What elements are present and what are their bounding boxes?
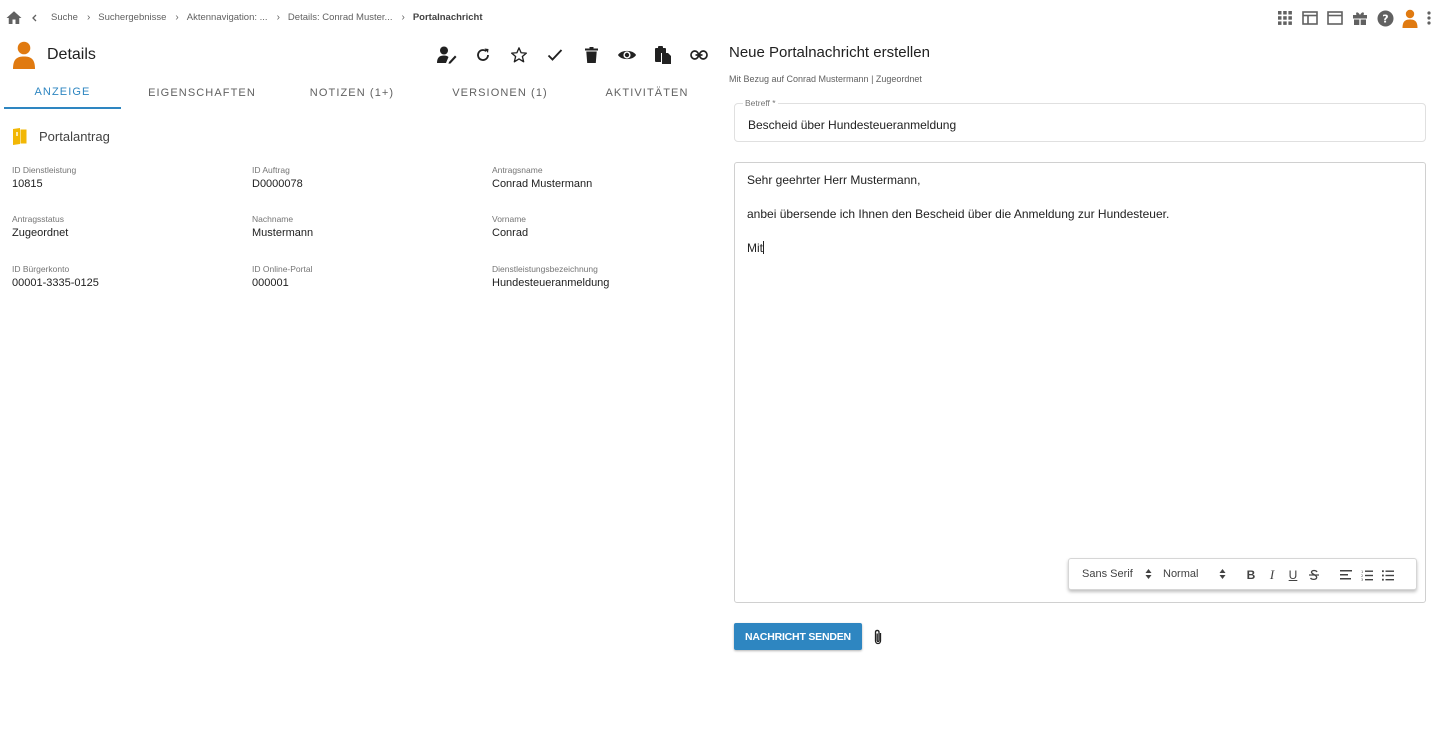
size-select[interactable]: Normal xyxy=(1163,568,1198,580)
field-id-online-portal: ID Online-Portal 000001 xyxy=(252,264,312,290)
split-layout-icon[interactable] xyxy=(1301,8,1319,28)
tab-aktivitaeten[interactable]: Aktivitäten xyxy=(602,76,692,109)
underline-button[interactable]: U xyxy=(1285,567,1301,583)
star-icon[interactable] xyxy=(508,44,530,66)
details-panel: Details Anzeige Eigenschaften Notizen xyxy=(0,36,720,749)
edit-person-icon[interactable] xyxy=(436,44,458,66)
field-dienstleistungsbezeichnung: Dienstleistungsbezeichnung Hundesteueran… xyxy=(492,264,609,290)
body-line: Sehr geehrter Herr Mustermann, xyxy=(747,173,921,187)
details-header: Details xyxy=(12,40,96,70)
message-subtitle: Mit Bezug auf Conrad Mustermann | Zugeor… xyxy=(729,74,922,84)
align-left-icon[interactable] xyxy=(1338,567,1354,583)
field-vorname: Vorname Conrad xyxy=(492,214,528,240)
body-line-text: Mit xyxy=(747,241,763,255)
more-vertical-icon[interactable] xyxy=(1425,8,1433,28)
field-label: Antragsname xyxy=(492,165,543,175)
strikethrough-icon[interactable] xyxy=(1306,567,1322,583)
paste-icon[interactable] xyxy=(652,44,674,66)
window-icon[interactable] xyxy=(1326,8,1344,28)
field-antragsname: Antragsname Conrad Mustermann xyxy=(492,165,592,191)
bold-button[interactable]: B xyxy=(1243,567,1259,583)
section-portalantrag: Portalantrag xyxy=(13,128,110,145)
chevron-right-icon: › xyxy=(86,12,91,23)
section-title: Portalantrag xyxy=(39,129,110,144)
home-icon[interactable] xyxy=(5,9,23,27)
body-line-current: Mit xyxy=(747,241,764,255)
field-antragsstatus: Antragsstatus Zugeordnet xyxy=(12,214,68,240)
subject-label: Betreff * xyxy=(743,98,778,108)
field-label: Antragsstatus xyxy=(12,214,64,224)
delete-icon[interactable] xyxy=(580,44,602,66)
field-label: ID Bürgerkonto xyxy=(12,264,70,274)
breadcrumb-item-suche[interactable]: Suche xyxy=(51,12,78,23)
field-nachname: Nachname Mustermann xyxy=(252,214,313,240)
chevron-left-icon[interactable] xyxy=(29,10,39,26)
top-icon-bar: ? xyxy=(1269,8,1433,28)
svg-text:?: ? xyxy=(1382,12,1388,25)
tab-notizen[interactable]: Notizen (1+) xyxy=(302,76,402,109)
field-label: ID Online-Portal xyxy=(252,264,313,274)
field-value: Zugeordnet xyxy=(12,227,69,239)
details-tabs: Anzeige Eigenschaften Notizen (1+) Versi… xyxy=(2,76,720,109)
field-value: 00001-3335-0125 xyxy=(12,277,99,289)
field-id-auftrag: ID Auftrag D0000078 xyxy=(252,165,303,191)
message-title: Neue Portalnachricht erstellen xyxy=(729,44,930,61)
breadcrumb: Suche › Suchergebnisse › Aktennavigation… xyxy=(51,12,483,23)
field-label: Dienstleistungsbezeichnung xyxy=(492,264,598,274)
field-label: ID Auftrag xyxy=(252,165,290,175)
field-value: Hundesteueranmeldung xyxy=(492,277,610,289)
person-icon xyxy=(12,41,36,69)
message-editor[interactable]: Sehr geehrter Herr Mustermann, anbei übe… xyxy=(734,162,1426,603)
subject-field: Betreff * xyxy=(734,98,1426,142)
user-avatar-icon[interactable] xyxy=(1401,8,1419,28)
updown-arrow-icon xyxy=(1219,568,1226,580)
field-value: 10815 xyxy=(12,178,43,190)
chevron-right-icon: › xyxy=(276,12,280,23)
subject-input[interactable] xyxy=(748,118,1408,132)
breadcrumb-item-aktennavigation[interactable]: Aktennavigation: ... xyxy=(187,12,268,23)
chevron-right-icon: › xyxy=(401,12,405,23)
svg-text:3: 3 xyxy=(1361,578,1363,581)
paperclip-icon[interactable] xyxy=(871,628,885,646)
check-icon[interactable] xyxy=(544,44,566,66)
field-value: D0000078 xyxy=(252,178,303,190)
field-value: Conrad Mustermann xyxy=(492,178,593,190)
top-bar: Suche › Suchergebnisse › Aktennavigation… xyxy=(0,0,1441,36)
updown-arrow-icon xyxy=(1145,568,1152,580)
breadcrumb-current: Portalnachricht xyxy=(412,12,483,23)
ordered-list-icon[interactable]: 123 xyxy=(1359,567,1375,583)
italic-button[interactable]: I xyxy=(1264,567,1280,583)
body-line: anbei übersende ich Ihnen den Bescheid ü… xyxy=(747,207,1170,221)
chevron-right-icon: › xyxy=(175,12,179,23)
bullet-list-icon[interactable] xyxy=(1380,567,1396,583)
link-icon[interactable] xyxy=(688,44,710,66)
field-label: Vorname xyxy=(492,214,527,224)
field-id-buergerkonto: ID Bürgerkonto 00001-3335-0125 xyxy=(12,264,99,290)
message-panel: Neue Portalnachricht erstellen Mit Bezug… xyxy=(720,36,1441,749)
field-id-dienstleistung: ID Dienstleistung 10815 xyxy=(12,165,76,191)
tab-eigenschaften[interactable]: Eigenschaften xyxy=(142,76,262,109)
details-action-bar xyxy=(436,44,724,66)
field-value: 000001 xyxy=(252,277,289,289)
apps-grid-icon[interactable] xyxy=(1276,8,1294,28)
tab-versionen[interactable]: Versionen (1) xyxy=(448,76,552,109)
send-message-button[interactable]: NACHRICHT SENDEN xyxy=(734,623,862,650)
breadcrumb-item-details[interactable]: Details: Conrad Muster... xyxy=(288,12,393,23)
tab-anzeige[interactable]: Anzeige xyxy=(4,76,121,109)
folder-icon xyxy=(13,128,27,145)
help-icon[interactable]: ? xyxy=(1376,8,1394,28)
font-select[interactable]: Sans Serif xyxy=(1082,568,1133,580)
gift-icon[interactable] xyxy=(1351,8,1369,28)
field-value: Mustermann xyxy=(252,227,314,239)
format-toolbar: Sans Serif Normal B I U 123 xyxy=(1068,558,1417,590)
field-label: ID Dienstleistung xyxy=(12,165,77,175)
field-label: Nachname xyxy=(252,214,294,224)
refresh-icon[interactable] xyxy=(472,44,494,66)
details-title: Details xyxy=(47,46,96,63)
eye-icon[interactable] xyxy=(616,44,638,66)
breadcrumb-item-suchergebnisse[interactable]: Suchergebnisse xyxy=(98,12,166,23)
field-value: Conrad xyxy=(492,227,529,239)
text-caret xyxy=(763,241,764,254)
